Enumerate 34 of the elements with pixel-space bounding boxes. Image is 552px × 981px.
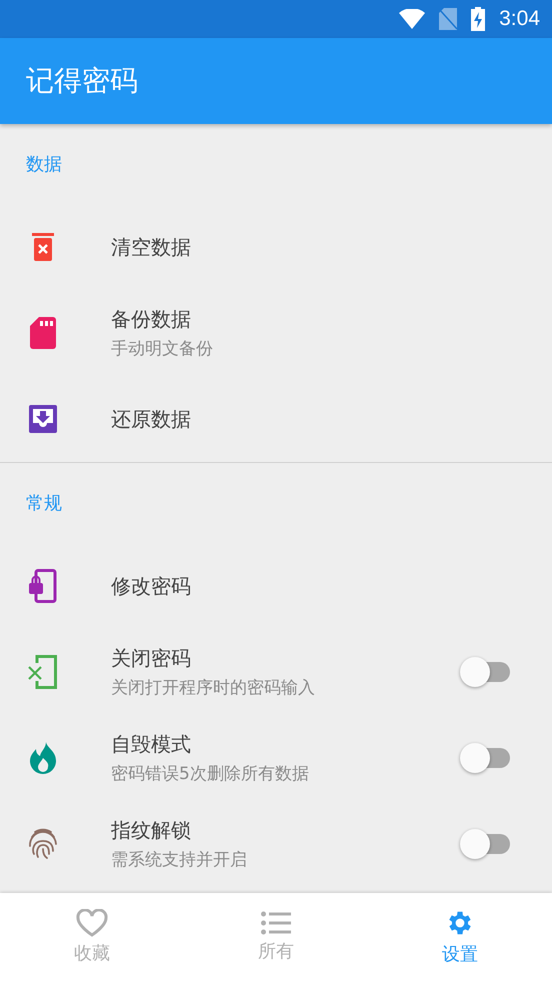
phone-cross-icon bbox=[28, 655, 58, 689]
sd-card-icon bbox=[30, 317, 56, 349]
setting-description: 需系统支持并开启 bbox=[111, 849, 248, 871]
heart-icon bbox=[76, 909, 108, 937]
no-sim-icon bbox=[439, 8, 458, 30]
settings-row[interactable]: 清空数据 bbox=[0, 204, 552, 290]
setting-description: 关闭打开程序时的密码输入 bbox=[111, 677, 316, 699]
settings-row[interactable]: 修改密码 bbox=[0, 543, 552, 629]
list-icon bbox=[261, 911, 291, 935]
settings-row[interactable]: 备份数据 手动明文备份 bbox=[0, 290, 552, 376]
setting-title: 关闭密码 bbox=[111, 645, 192, 672]
settings-row[interactable]: 指纹解锁 需系统支持并开启 bbox=[0, 801, 552, 887]
section-header: 数据 bbox=[26, 153, 62, 176]
fingerprint-icon bbox=[28, 828, 58, 860]
setting-title: 指纹解锁 bbox=[111, 817, 192, 844]
setting-description: 手动明文备份 bbox=[111, 338, 214, 360]
download-tray-icon bbox=[28, 405, 56, 433]
battery-charging-icon bbox=[471, 7, 486, 31]
phone-lock-icon bbox=[28, 569, 56, 603]
settings-row[interactable]: 关闭密码 关闭打开程序时的密码输入 bbox=[0, 629, 552, 715]
setting-title: 自毁模式 bbox=[111, 731, 192, 758]
app-title: 记得密码 bbox=[26, 63, 138, 99]
settings-row[interactable]: 自毁模式 密码错误5次删除所有数据 bbox=[0, 715, 552, 801]
setting-description: 密码错误5次删除所有数据 bbox=[111, 763, 310, 785]
setting-title: 清空数据 bbox=[111, 234, 192, 260]
setting-title: 修改密码 bbox=[111, 572, 192, 600]
wifi-icon bbox=[399, 9, 426, 29]
status-time: 3:04 bbox=[499, 7, 540, 31]
setting-title: 备份数据 bbox=[111, 306, 192, 333]
setting-title: 还原数据 bbox=[111, 406, 192, 432]
delete-icon bbox=[32, 233, 54, 261]
settings-row[interactable]: 还原数据 bbox=[0, 376, 552, 462]
flame-icon bbox=[30, 742, 56, 774]
section-header: 常规 bbox=[26, 492, 62, 515]
